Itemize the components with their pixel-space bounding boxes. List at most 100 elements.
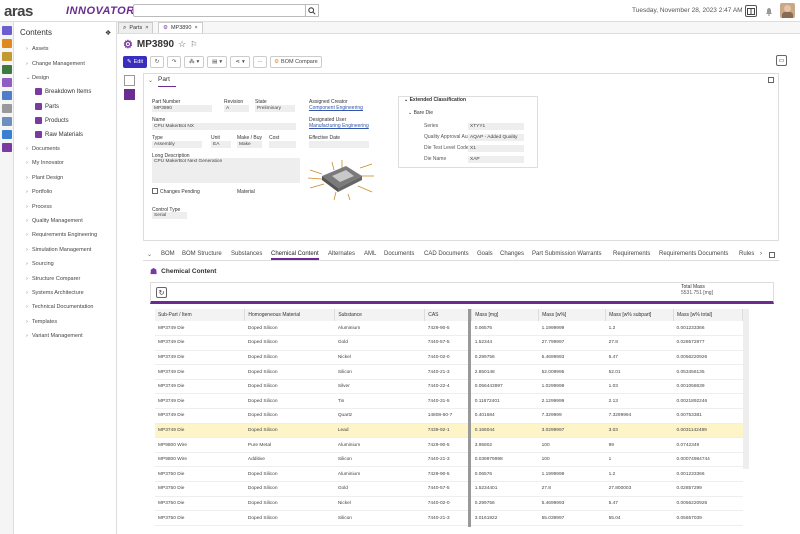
tab-requirements[interactable]: Requirements <box>613 251 650 257</box>
table-row[interactable]: MP3750 Die Doped Silicon Aluminium 7429-90-… <box>155 466 743 483</box>
extended-classification-title[interactable]: ⌄ Extended Classification <box>404 97 466 103</box>
tab-parts[interactable]: ⌕ Parts × <box>118 22 154 33</box>
assigned-creator-link[interactable]: Component Engineering <box>309 105 363 111</box>
sidebar-item-plant-design[interactable]: › Plant Design <box>26 175 63 181</box>
tab-alternates[interactable]: Alternates <box>328 251 355 257</box>
search-input[interactable] <box>133 4 306 17</box>
close-icon[interactable]: × <box>145 25 148 31</box>
sidebar-item-templates[interactable]: › Templates <box>26 319 57 325</box>
sidebar-item-parts[interactable]: Parts <box>35 103 59 110</box>
frozen-column-splitter[interactable] <box>468 309 471 527</box>
refresh-button[interactable]: ↻ <box>156 287 167 298</box>
table-row[interactable]: MP3749 Die Doped Silicon Lead 7439-92-1 0.16… <box>155 423 743 439</box>
actions-dropdown[interactable]: ⁂ ▾ <box>184 55 205 68</box>
long-desc-field[interactable]: CPU MakerBot Next Generation <box>152 158 300 183</box>
collapse-icon[interactable]: ⌄ <box>147 251 152 258</box>
unit-field[interactable]: EA <box>211 141 231 148</box>
tab-requirements-documents[interactable]: Requirements Documents <box>659 251 728 257</box>
cost-field[interactable] <box>269 141 296 148</box>
table-row[interactable]: MP3749 Die Doped Silicon Silicon 7440-21-3 2… <box>155 364 743 380</box>
sidebar-item-sourcing[interactable]: › Sourcing <box>26 261 54 267</box>
close-icon[interactable]: × <box>194 25 197 31</box>
table-row[interactable]: MP3750 Die Doped Silicon Nickel 7440-02-0 0.… <box>155 496 743 512</box>
column-header[interactable]: Mass [w% subpart] <box>605 309 674 321</box>
sidebar-item-products[interactable]: Products <box>35 117 69 124</box>
table-icon[interactable] <box>2 104 12 113</box>
sidebar-item-systems-architecture[interactable]: › Systems Architecture <box>26 290 84 296</box>
chevron-right-icon[interactable]: › <box>760 251 762 257</box>
sidebar-item-portfolio[interactable]: › Portfolio <box>26 189 52 195</box>
tab-changes[interactable]: Changes <box>500 251 524 257</box>
folder-icon[interactable] <box>2 52 12 61</box>
bell-icon[interactable] <box>763 5 775 17</box>
table-row[interactable]: MP3749 Die Doped Silicon Gold 7440-57-5 1.52… <box>155 335 743 351</box>
maximize-icon[interactable] <box>768 77 774 83</box>
grid-icon[interactable] <box>2 91 12 100</box>
table-row[interactable]: MP3749 Die Doped Silicon Aluminium 7429-90-… <box>155 321 743 337</box>
column-header[interactable]: Homogeneous Material <box>244 309 336 321</box>
sidebar-item-change-management[interactable]: › Change Management <box>26 61 85 67</box>
sidebar-item-simulation-management[interactable]: › Simulation Management <box>26 247 91 253</box>
sidebar-item-breakdown-items[interactable]: Breakdown Items <box>35 88 91 95</box>
doc-icon[interactable] <box>2 117 12 126</box>
table-row[interactable]: MP9800 Wire Pure Metal Aluminium 7429-90-5 3… <box>155 437 743 453</box>
tab-chemical-content[interactable]: Chemical Content <box>271 251 319 260</box>
die-name-field[interactable]: XAP <box>468 156 524 163</box>
form-view-icon[interactable] <box>124 75 135 86</box>
people-icon[interactable] <box>2 130 12 139</box>
column-header[interactable]: Substance <box>334 309 426 321</box>
make-buy-field[interactable]: Make <box>237 141 262 148</box>
tab-documents[interactable]: Documents <box>384 251 414 257</box>
redo-button[interactable]: ↷ <box>167 55 182 68</box>
tab-bom-structure[interactable]: BOM Structure <box>182 251 222 257</box>
sidebar-item-structure-comparer[interactable]: › Structure Comparer <box>26 276 80 282</box>
sidebar-item-variant-management[interactable]: › Variant Management <box>26 333 83 339</box>
column-header[interactable]: Sub-Part / Item <box>155 309 246 321</box>
series-field[interactable]: XTYY1 <box>468 123 524 130</box>
sidebar-item-quality-management[interactable]: › Quality Management <box>26 218 83 224</box>
pin-icon[interactable]: ❖ <box>105 29 111 37</box>
table-row[interactable]: MP3750 Die Doped Silicon Gold 7440-57-5 1.52… <box>155 481 743 497</box>
comments-icon[interactable]: ▭ <box>776 55 787 66</box>
tab-aml[interactable]: AML <box>364 251 376 257</box>
parts-icon[interactable] <box>2 78 12 87</box>
share-dropdown[interactable]: ⋖ ▾ <box>230 55 251 68</box>
maximize-icon[interactable] <box>769 252 775 258</box>
search-button[interactable] <box>305 4 319 17</box>
revision-field[interactable]: A <box>224 105 249 112</box>
table-row[interactable]: MP9800 Wire Additive Silicon 7440-21-3 0.039… <box>155 452 743 468</box>
die-test-field[interactable]: X1 <box>468 145 524 152</box>
collapse-icon[interactable]: ⌄ <box>148 77 153 84</box>
column-header[interactable]: Mass [mg] <box>471 309 540 321</box>
table-row[interactable]: MP3749 Die Doped Silicon Nickel 7440-02-0 0.… <box>155 350 743 366</box>
favorite-star-icon[interactable]: ☆ <box>178 39 186 50</box>
sidebar-item-process[interactable]: › Process <box>26 204 52 210</box>
column-header[interactable]: Mass [w%] <box>538 309 607 321</box>
changes-pending-checkbox[interactable] <box>152 188 158 194</box>
type-field[interactable]: Assembly <box>152 141 202 148</box>
flag-icon[interactable]: ⚐ <box>190 40 197 49</box>
bare-die-node[interactable]: ⌄ Bare Die <box>408 110 433 116</box>
designated-user-link[interactable]: Manufacturing Engineering <box>309 123 369 129</box>
tab-part-submission-warrants[interactable]: Part Submission Warrants <box>532 251 601 257</box>
sidebar-item-technical-documentation[interactable]: › Technical Documentation <box>26 304 93 310</box>
tab-rules[interactable]: Rules <box>739 251 754 257</box>
tab-goals[interactable]: Goals <box>477 251 493 257</box>
refresh-button[interactable]: ↻ <box>150 55 165 68</box>
tab-substances[interactable]: Substances <box>231 251 262 257</box>
gear-icon[interactable] <box>2 143 12 152</box>
table-row[interactable]: MP3749 Die Doped Silicon Quartz 14808-60-7 0… <box>155 408 743 424</box>
table-row[interactable]: MP3750 Die Doped Silicon Silicon 7440-21-3 3… <box>155 510 743 526</box>
tab-mp3890[interactable]: ⚙ MP3890 × <box>158 22 203 33</box>
column-header[interactable]: CAS <box>424 309 473 321</box>
sidebar-item-design[interactable]: ⌄Design <box>26 75 49 81</box>
sidebar-item-my-innovator[interactable]: › My Innovator <box>26 160 64 166</box>
column-header[interactable]: Mass [w% total] <box>673 309 743 321</box>
panel-toggle-icon[interactable] <box>745 5 757 17</box>
sidebar-item-raw-materials[interactable]: Raw Materials <box>35 131 83 138</box>
form-tab-part[interactable]: Part <box>158 76 170 83</box>
name-field[interactable]: CPU MakerBot NX <box>152 123 296 130</box>
sidebar-item-documents[interactable]: › Documents <box>26 146 60 152</box>
sidebar-item-assets[interactable]: › Assets <box>26 46 49 52</box>
relationships-view-icon[interactable] <box>124 89 135 100</box>
